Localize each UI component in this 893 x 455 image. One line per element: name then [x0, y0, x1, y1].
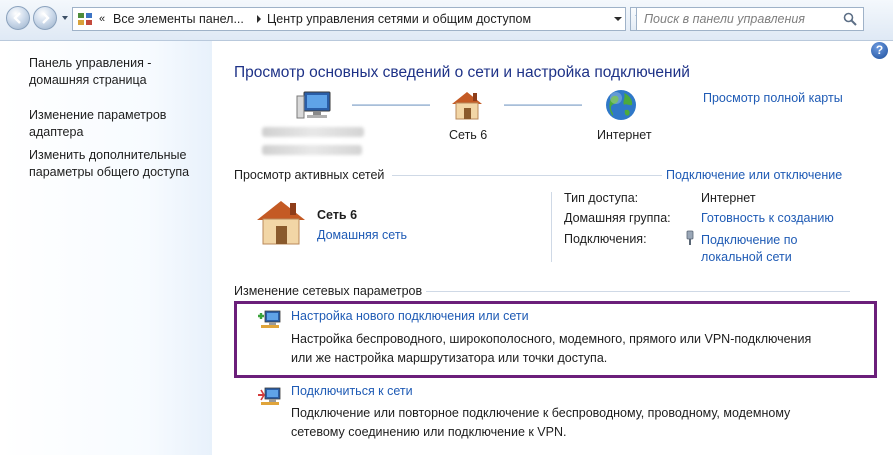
setup-new-connection-link[interactable]: Настройка нового подключения или сети — [291, 309, 529, 323]
view-full-map-link[interactable]: Просмотр полной карты — [703, 91, 843, 105]
divider — [392, 175, 662, 176]
description-line: сетевому соединению или подключение к VP… — [291, 425, 567, 439]
address-dropdown-icon[interactable] — [611, 8, 625, 30]
homegroup-label: Домашняя группа: — [564, 211, 671, 225]
local-connection-label: Подключение по — [701, 233, 798, 247]
connect-disconnect-link[interactable]: Подключение или отключение — [666, 168, 842, 182]
network-type-link[interactable]: Домашняя сеть — [317, 228, 407, 242]
sidebar-item-label: параметры общего доступа — [29, 165, 190, 179]
computer-icon — [296, 91, 331, 119]
ethernet-plug-icon — [686, 230, 694, 245]
sidebar-item-label: адаптера — [29, 125, 84, 139]
home-network-icon — [452, 92, 482, 120]
search-box[interactable]: Поиск в панели управления — [636, 7, 864, 31]
breadcrumb-separator-icon[interactable] — [256, 15, 262, 23]
blurred-computer-name — [262, 127, 364, 137]
sidebar-item-label: Панель управления - — [29, 56, 152, 70]
divider — [426, 291, 850, 292]
access-type-value: Интернет — [701, 191, 756, 205]
search-input[interactable]: Поиск в панели управления — [644, 12, 805, 26]
description-line: Настройка беспроводного, широкополосного… — [291, 332, 812, 346]
new-connection-icon — [258, 310, 281, 328]
sidebar: Панель управления - домашняя страница Из… — [0, 41, 212, 455]
connection-line — [504, 104, 582, 106]
sidebar-item-label: Изменить дополнительные — [29, 148, 187, 162]
connect-to-network-link[interactable]: Подключиться к сети — [291, 384, 413, 398]
forward-button[interactable] — [33, 6, 57, 30]
blurred-computer-name — [262, 145, 362, 155]
connect-to-network-description: Подключение или повторное подключение к … — [291, 404, 851, 442]
forward-arrow-icon — [42, 12, 50, 24]
sidebar-item-change-adapter-settings[interactable]: Изменение параметров адаптера — [29, 107, 166, 141]
vertical-divider — [551, 192, 552, 262]
overflow-chevrons[interactable]: « — [99, 13, 105, 25]
setup-new-connection-description: Настройка беспроводного, широкополосного… — [291, 330, 851, 368]
local-connection-link[interactable]: Подключение по локальной сети — [701, 232, 797, 266]
connect-network-icon — [258, 387, 281, 405]
homegroup-link[interactable]: Готовность к созданию — [701, 211, 834, 225]
local-connection-label: локальной сети — [701, 250, 792, 264]
sidebar-item-label: домашняя страница — [29, 73, 147, 87]
access-type-label: Тип доступа: — [564, 191, 639, 205]
change-settings-title: Изменение сетевых параметров — [234, 284, 423, 298]
network-label: Сеть 6 — [449, 128, 488, 142]
address-toolbar: « Все элементы панел... Центр управления… — [0, 0, 893, 41]
connection-line — [352, 104, 430, 106]
search-icon[interactable] — [843, 12, 857, 26]
sidebar-item-advanced-sharing-settings[interactable]: Изменить дополнительные параметры общего… — [29, 147, 189, 181]
sidebar-item-label: Изменение параметров — [29, 108, 167, 122]
active-network-name: Сеть 6 — [317, 208, 358, 222]
address-bar[interactable]: « Все элементы панел... Центр управления… — [72, 7, 626, 31]
internet-globe-icon — [606, 90, 636, 120]
description-line: или же настройка маршрутизатора или точк… — [291, 351, 608, 365]
history-dropdown-icon[interactable] — [61, 14, 69, 22]
connections-label: Подключения: — [564, 232, 647, 246]
back-button[interactable] — [6, 6, 30, 30]
breadcrumb-network-center[interactable]: Центр управления сетями и общим доступом — [267, 12, 531, 26]
description-line: Подключение или повторное подключение к … — [291, 406, 791, 420]
active-networks-title: Просмотр активных сетей — [234, 168, 385, 182]
sidebar-item-control-panel-home[interactable]: Панель управления - домашняя страница — [29, 55, 151, 89]
home-network-icon — [257, 201, 305, 245]
control-panel-icon — [78, 13, 92, 25]
help-icon[interactable]: ? — [871, 42, 888, 59]
page-title: Просмотр основных сведений о сети и наст… — [234, 64, 690, 81]
breadcrumb-all-items[interactable]: Все элементы панел... — [113, 12, 244, 26]
internet-label: Интернет — [597, 128, 652, 142]
back-arrow-icon — [13, 12, 21, 24]
